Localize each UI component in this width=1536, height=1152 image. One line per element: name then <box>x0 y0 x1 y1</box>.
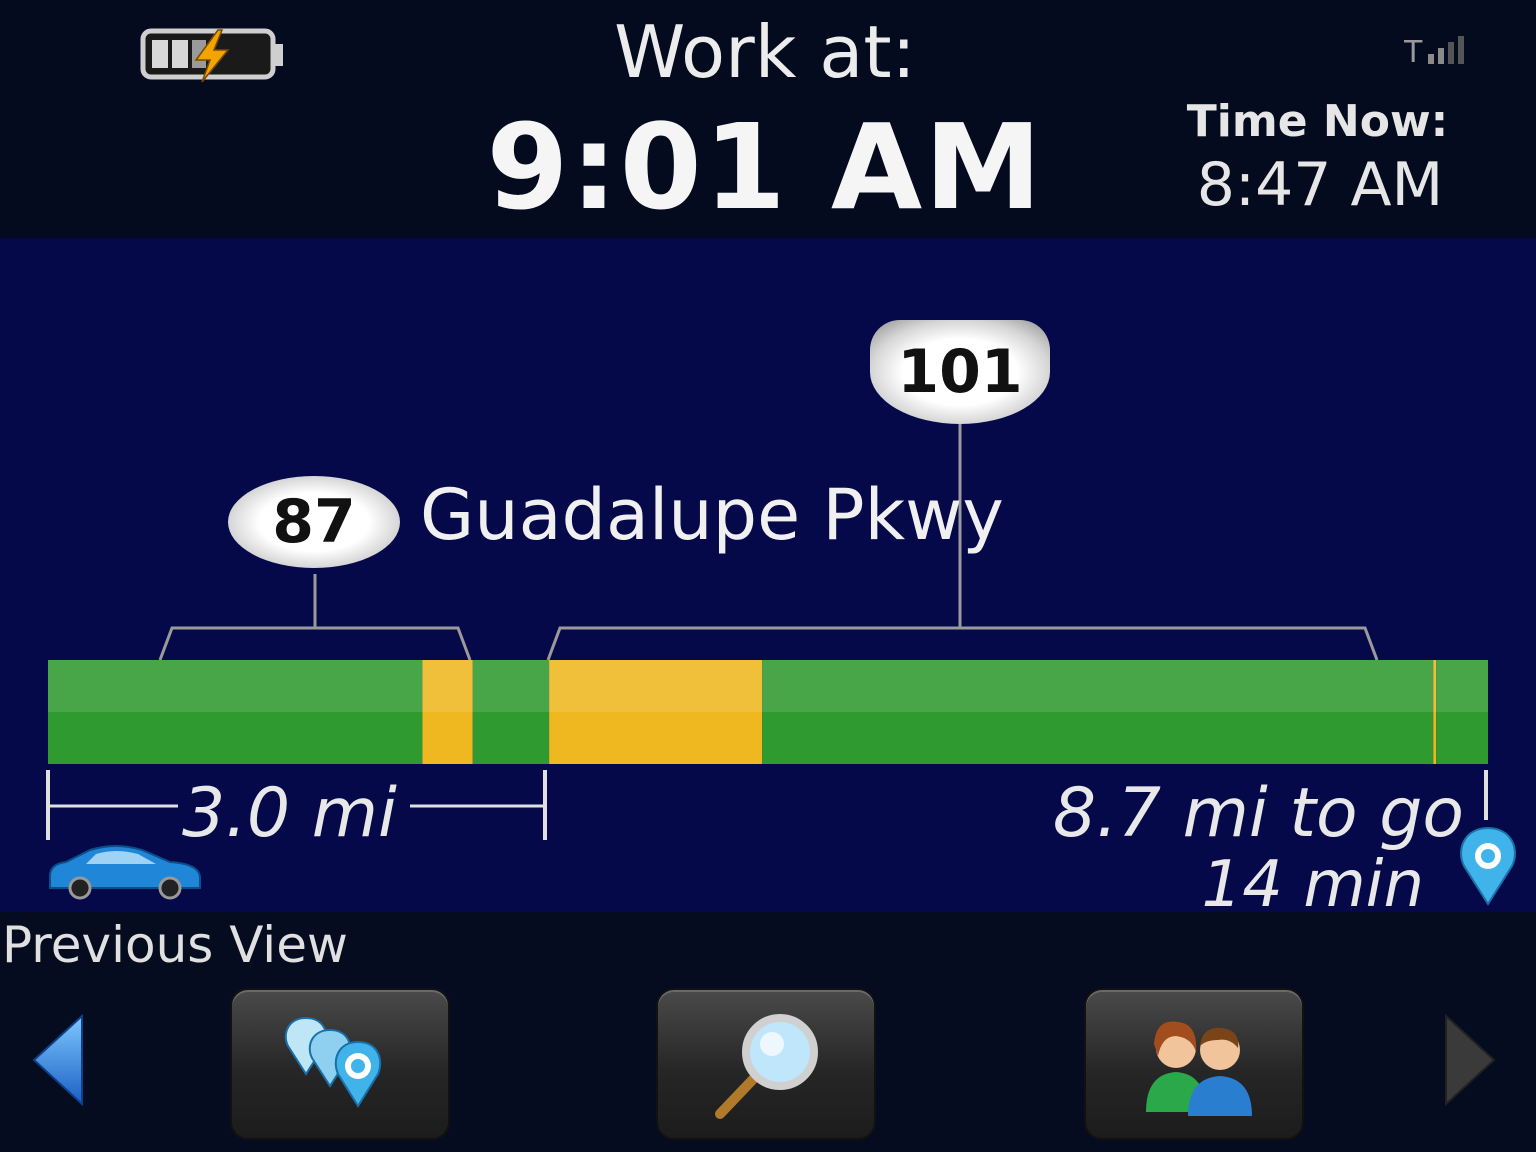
search-icon <box>715 1014 818 1119</box>
previous-view-label: Previous View <box>2 916 348 974</box>
locations-icon <box>284 1016 382 1108</box>
road-name: Guadalupe Pkwy <box>420 474 1004 556</box>
status-header: T Work at: 9:01 AM Time Now: 8:47 AM <box>0 0 1536 238</box>
work-arrival-time: 9:01 AM <box>486 98 1044 236</box>
contacts-button[interactable] <box>1084 988 1304 1140</box>
previous-arrow-icon[interactable] <box>30 1012 86 1108</box>
work-arrival-label: Work at: <box>614 10 916 94</box>
locations-button[interactable] <box>230 988 450 1140</box>
highway-101-shield: 101 <box>870 320 1050 424</box>
svg-text:T: T <box>1404 35 1423 68</box>
bottom-toolbar: Previous View <box>0 912 1536 1152</box>
traffic-bar-shine <box>48 660 1488 712</box>
highway-87-shield: 87 <box>228 476 400 568</box>
current-time: 8:47 AM <box>1196 150 1444 220</box>
eta-minutes: 14 min <box>1201 848 1424 922</box>
segment-87-bracket <box>158 626 472 661</box>
contacts-icon <box>1146 1021 1252 1116</box>
destination-pin-icon <box>1460 826 1516 906</box>
traffic-bar <box>48 660 1488 764</box>
remaining-distance: 8.7 mi to go <box>1052 774 1464 853</box>
signal-strength-icon: T <box>1404 35 1464 68</box>
battery-charging-icon <box>140 28 283 83</box>
segment-101-bracket <box>546 626 1379 661</box>
search-button[interactable] <box>656 988 876 1140</box>
route-traffic-panel: 101 87 Guadalupe Pkwy 3.0 mi 8.7 mi to g… <box>0 238 1536 922</box>
car-icon <box>49 845 201 900</box>
current-time-label: Time Now: <box>1186 96 1449 147</box>
segment-distance: 3.0 mi <box>182 774 397 853</box>
next-arrow-icon[interactable] <box>1442 1012 1498 1108</box>
